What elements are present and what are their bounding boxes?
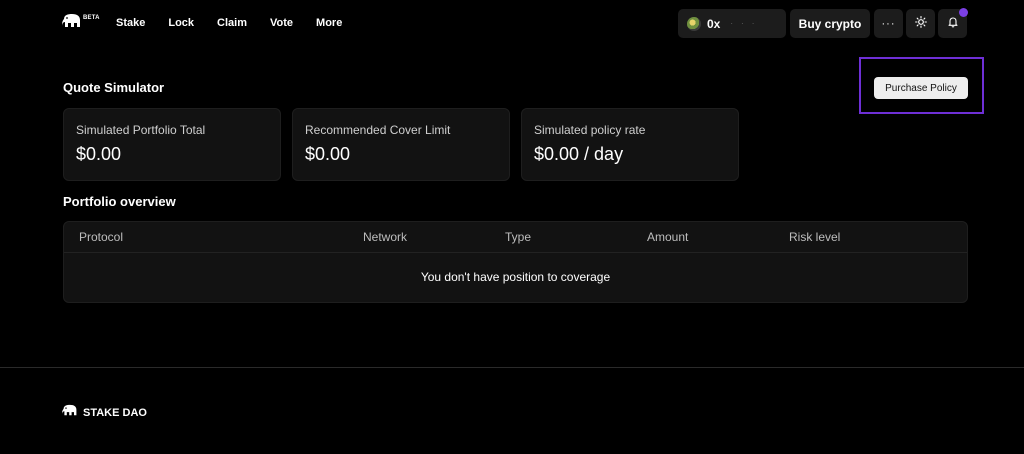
elephant-icon	[62, 13, 82, 29]
bell-icon	[947, 15, 959, 33]
card-value: $0.00	[305, 144, 351, 164]
more-menu-button[interactable]: ···	[874, 9, 903, 38]
nav-more[interactable]: More	[316, 17, 342, 29]
wallet-button[interactable]: 0x ···	[678, 9, 786, 38]
nav-claim[interactable]: Claim	[217, 17, 247, 29]
empty-state-message: You don't have position to coverage	[420, 270, 611, 284]
ellipsis-icon: ···	[881, 17, 896, 30]
elephant-icon	[62, 404, 78, 422]
portfolio-table: Protocol Network Type Amount Risk level …	[63, 221, 968, 303]
stake-dao-logo[interactable]: BETA	[62, 13, 100, 29]
portfolio-total-card: Simulated Portfolio Total $0.00	[63, 108, 281, 181]
page: BETA Stake Lock Claim Vote More 0x ··· B…	[0, 0, 1024, 454]
portfolio-title: Portfolio overview	[63, 194, 176, 209]
beta-badge: BETA	[83, 15, 100, 21]
theme-toggle-button[interactable]	[906, 9, 935, 38]
nav-lock[interactable]: Lock	[168, 17, 194, 29]
card-value: $0.00	[76, 144, 122, 164]
purchase-policy-button[interactable]: Purchase Policy	[874, 77, 968, 99]
footer-divider	[0, 367, 1024, 368]
card-label: Simulated policy rate	[534, 123, 646, 137]
cover-limit-card: Recommended Cover Limit $0.00	[292, 108, 510, 181]
nav-vote[interactable]: Vote	[270, 17, 293, 29]
card-label: Recommended Cover Limit	[305, 123, 451, 137]
column-network: Network	[363, 230, 408, 244]
column-risk-level: Risk level	[789, 230, 841, 244]
footer-brand[interactable]: STAKE DAO	[62, 404, 147, 422]
notification-dot	[959, 8, 968, 17]
card-value: $0.00 / day	[534, 144, 624, 164]
wallet-address: 0x	[707, 16, 721, 31]
sun-icon	[914, 15, 927, 33]
column-amount: Amount	[647, 230, 689, 244]
main-nav: Stake Lock Claim Vote More	[116, 17, 365, 29]
column-type: Type	[505, 230, 532, 244]
wallet-address-redacted: ···	[730, 19, 763, 28]
policy-rate-card: Simulated policy rate $0.00 / day	[521, 108, 739, 181]
table-header: Protocol Network Type Amount Risk level	[64, 222, 967, 253]
footer-brand-name: STAKE DAO	[83, 407, 147, 419]
nav-stake[interactable]: Stake	[116, 17, 145, 29]
avatar	[687, 16, 701, 31]
page-title: Quote Simulator	[63, 80, 165, 95]
buy-crypto-button[interactable]: Buy crypto	[790, 9, 870, 38]
card-label: Simulated Portfolio Total	[76, 123, 206, 137]
column-protocol: Protocol	[79, 230, 124, 244]
